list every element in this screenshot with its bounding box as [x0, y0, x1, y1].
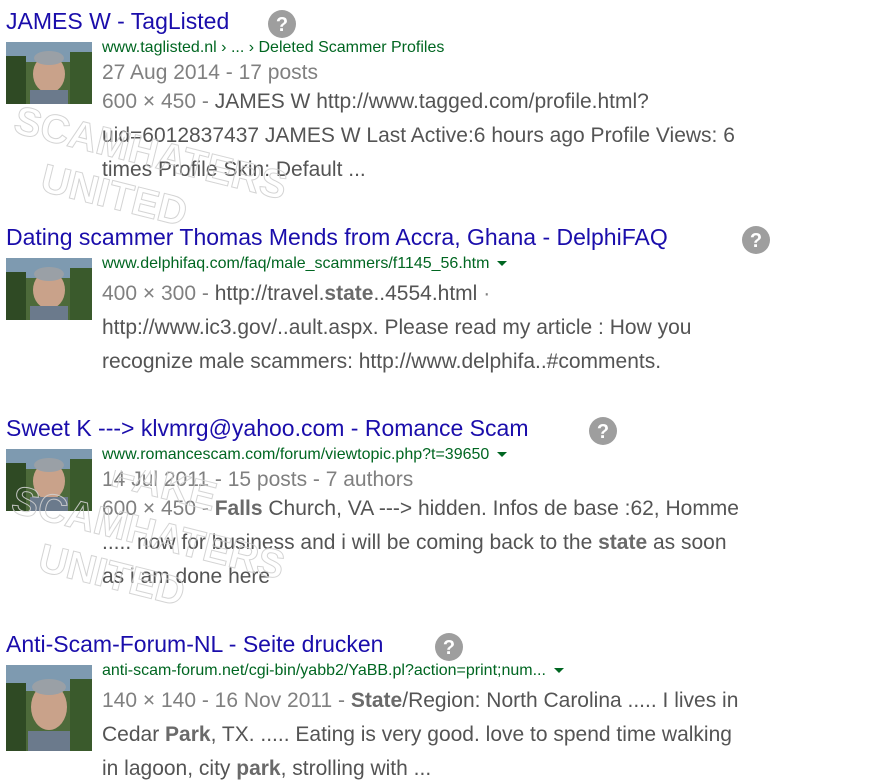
svg-text:?: ? — [750, 230, 762, 252]
url-dropdown-icon[interactable] — [497, 452, 508, 458]
result-thumbnail[interactable] — [6, 665, 92, 751]
result-thumbnail[interactable] — [6, 449, 92, 511]
search-result-1: JAMES W - TagListed ? www.taglisted.nl ›… — [0, 6, 885, 186]
result-meta: 27 Aug 2014 - 17 posts — [102, 61, 318, 84]
help-icon[interactable]: ? — [267, 9, 297, 39]
result-thumbnail[interactable] — [6, 42, 92, 104]
result-snippet-line-1: 600 × 450 - Falls Church, VA ---> hidden… — [102, 497, 739, 520]
result-title-link[interactable]: Sweet K ---> klvmrg@yahoo.com - Romance … — [6, 413, 528, 443]
search-result-3: Sweet K ---> klvmrg@yahoo.com - Romance … — [0, 413, 885, 593]
help-icon[interactable]: ? — [588, 416, 618, 446]
result-thumbnail[interactable] — [6, 258, 92, 320]
result-title-link[interactable]: Anti-Scam-Forum-NL - Seite drucken — [6, 629, 383, 659]
result-snippet-line-2: uid=6012837437 JAMES W Last Active:6 hou… — [102, 124, 735, 147]
result-title-link[interactable]: Dating scammer Thomas Mends from Accra, … — [6, 222, 668, 252]
result-snippet-line-1: 140 × 140 - 16 Nov 2011 - State/Region: … — [102, 689, 739, 712]
result-snippet-line-2: http://www.ic3.gov/..ault.aspx. Please r… — [102, 316, 692, 339]
url-dropdown-icon[interactable] — [497, 261, 508, 267]
result-snippet-line-2: Cedar Park, TX. ..... Eating is very goo… — [102, 723, 732, 746]
result-meta: 14 Jul 2011 - 15 posts - 7 authors — [102, 468, 414, 491]
result-url: www.romancescam.com/forum/viewtopic.php?… — [102, 445, 508, 465]
result-url: anti-scam-forum.net/cgi-bin/yabb2/YaBB.p… — [102, 661, 564, 681]
result-title-link[interactable]: JAMES W - TagListed — [6, 6, 229, 36]
url-dropdown-icon[interactable] — [553, 668, 564, 674]
result-snippet-line-3: as i am done here — [102, 565, 271, 588]
result-snippet-line-3: times Profile Skin: Default ... — [102, 158, 366, 181]
svg-text:?: ? — [443, 637, 455, 659]
help-icon[interactable]: ? — [741, 225, 771, 255]
search-result-2: Dating scammer Thomas Mends from Accra, … — [0, 222, 885, 382]
search-result-4: Anti-Scam-Forum-NL - Seite drucken ? ant… — [0, 629, 885, 780]
help-icon[interactable]: ? — [434, 632, 464, 662]
result-snippet-line-3: recognize male scammers: http://www.delp… — [102, 350, 662, 373]
result-url: www.delphifaq.com/faq/male_scammers/f114… — [102, 254, 508, 274]
svg-text:?: ? — [597, 421, 609, 443]
svg-text:?: ? — [276, 14, 288, 36]
result-snippet-line-1: 400 × 300 - http://travel.state..4554.ht… — [102, 282, 491, 305]
result-snippet-line-3: in lagoon, city park, strolling with ... — [102, 757, 432, 780]
result-snippet-line-1: 600 × 450 - JAMES W http://www.tagged.co… — [102, 90, 649, 113]
result-snippet-line-2: ..... now for business and i will be com… — [102, 531, 727, 554]
result-url: www.taglisted.nl › ... › Deleted Scammer… — [102, 39, 445, 56]
